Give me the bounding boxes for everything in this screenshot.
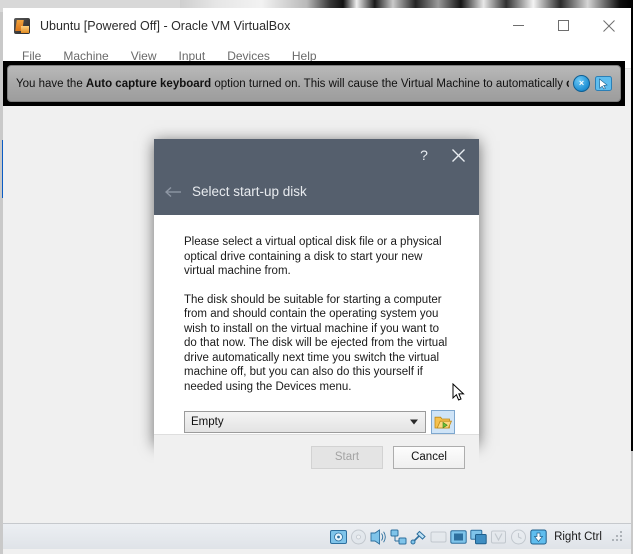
- notification-bold-2: capture: [566, 78, 569, 90]
- resize-grip[interactable]: [611, 530, 623, 543]
- help-button[interactable]: ?: [407, 141, 441, 169]
- virtualbox-icon: [14, 17, 30, 34]
- clock-icon[interactable]: [510, 529, 527, 545]
- cancel-button[interactable]: Cancel: [393, 445, 465, 469]
- close-button[interactable]: [586, 8, 631, 43]
- minimize-button[interactable]: [496, 8, 541, 43]
- display-icon[interactable]: [450, 529, 467, 545]
- dialog-close-button[interactable]: [441, 141, 475, 169]
- start-button[interactable]: Start: [311, 445, 383, 469]
- startup-disk-select-value: Empty: [191, 416, 224, 428]
- notification-text-part2: option turned on. This will cause the Vi…: [211, 77, 567, 90]
- disk-picker-row: Empty: [184, 410, 455, 434]
- window-titlebar[interactable]: Ubuntu [Powered Off] - Oracle VM Virtual…: [3, 8, 631, 43]
- dialog-paragraph-1: Please select a virtual optical disk fil…: [184, 236, 442, 277]
- hard-disk-icon[interactable]: [330, 529, 348, 545]
- select-startup-disk-dialog: ? Select start-up disk Please select a v…: [154, 139, 479, 479]
- shared-folders-icon[interactable]: [430, 529, 447, 545]
- back-arrow-icon[interactable]: [154, 186, 192, 198]
- network-icon[interactable]: [390, 529, 407, 545]
- usb-icon[interactable]: [410, 529, 427, 545]
- notification-close-icon[interactable]: ×: [573, 75, 590, 92]
- window-title: Ubuntu [Powered Off] - Oracle VM Virtual…: [40, 18, 291, 33]
- dialog-titlebar[interactable]: ? Select start-up disk: [154, 139, 479, 215]
- dialog-heading-row: Select start-up disk: [154, 184, 479, 199]
- vm-statusbar: Right Ctrl: [3, 523, 631, 549]
- optical-drive-icon[interactable]: [350, 529, 367, 545]
- host-key-icon[interactable]: [530, 529, 547, 545]
- dialog-heading: Select start-up disk: [192, 184, 307, 199]
- floppy-drive-icon[interactable]: [370, 528, 387, 545]
- notification-bold-1: Auto capture keyboard: [85, 77, 212, 90]
- remote-desktop-icon[interactable]: [470, 529, 487, 545]
- notification-wrapper: You have the Auto capture keyboard optio…: [3, 61, 625, 106]
- host-key-label: Right Ctrl: [554, 530, 602, 543]
- dialog-body: Please select a virtual optical disk fil…: [154, 215, 479, 434]
- chevron-down-icon: [410, 419, 418, 425]
- video-capture-icon[interactable]: [490, 529, 507, 545]
- dialog-paragraph-2: The disk should be suitable for starting…: [184, 293, 448, 393]
- screen-root: Network Ubuntu [Powered Off] - Oracle VM…: [0, 0, 633, 554]
- notification-text-part1: You have the: [16, 77, 86, 90]
- mouse-pointer-icon[interactable]: [595, 76, 612, 91]
- window-controls: [496, 8, 631, 43]
- auto-capture-notification: You have the Auto capture keyboard optio…: [7, 65, 621, 102]
- browse-disk-button[interactable]: [431, 410, 455, 434]
- notification-text: You have the Auto capture keyboard optio…: [16, 78, 569, 90]
- maximize-button[interactable]: [541, 8, 586, 43]
- dialog-footer: Start Cancel: [154, 434, 479, 479]
- startup-disk-select[interactable]: Empty: [184, 411, 426, 433]
- dialog-titlebar-controls: ?: [407, 141, 475, 169]
